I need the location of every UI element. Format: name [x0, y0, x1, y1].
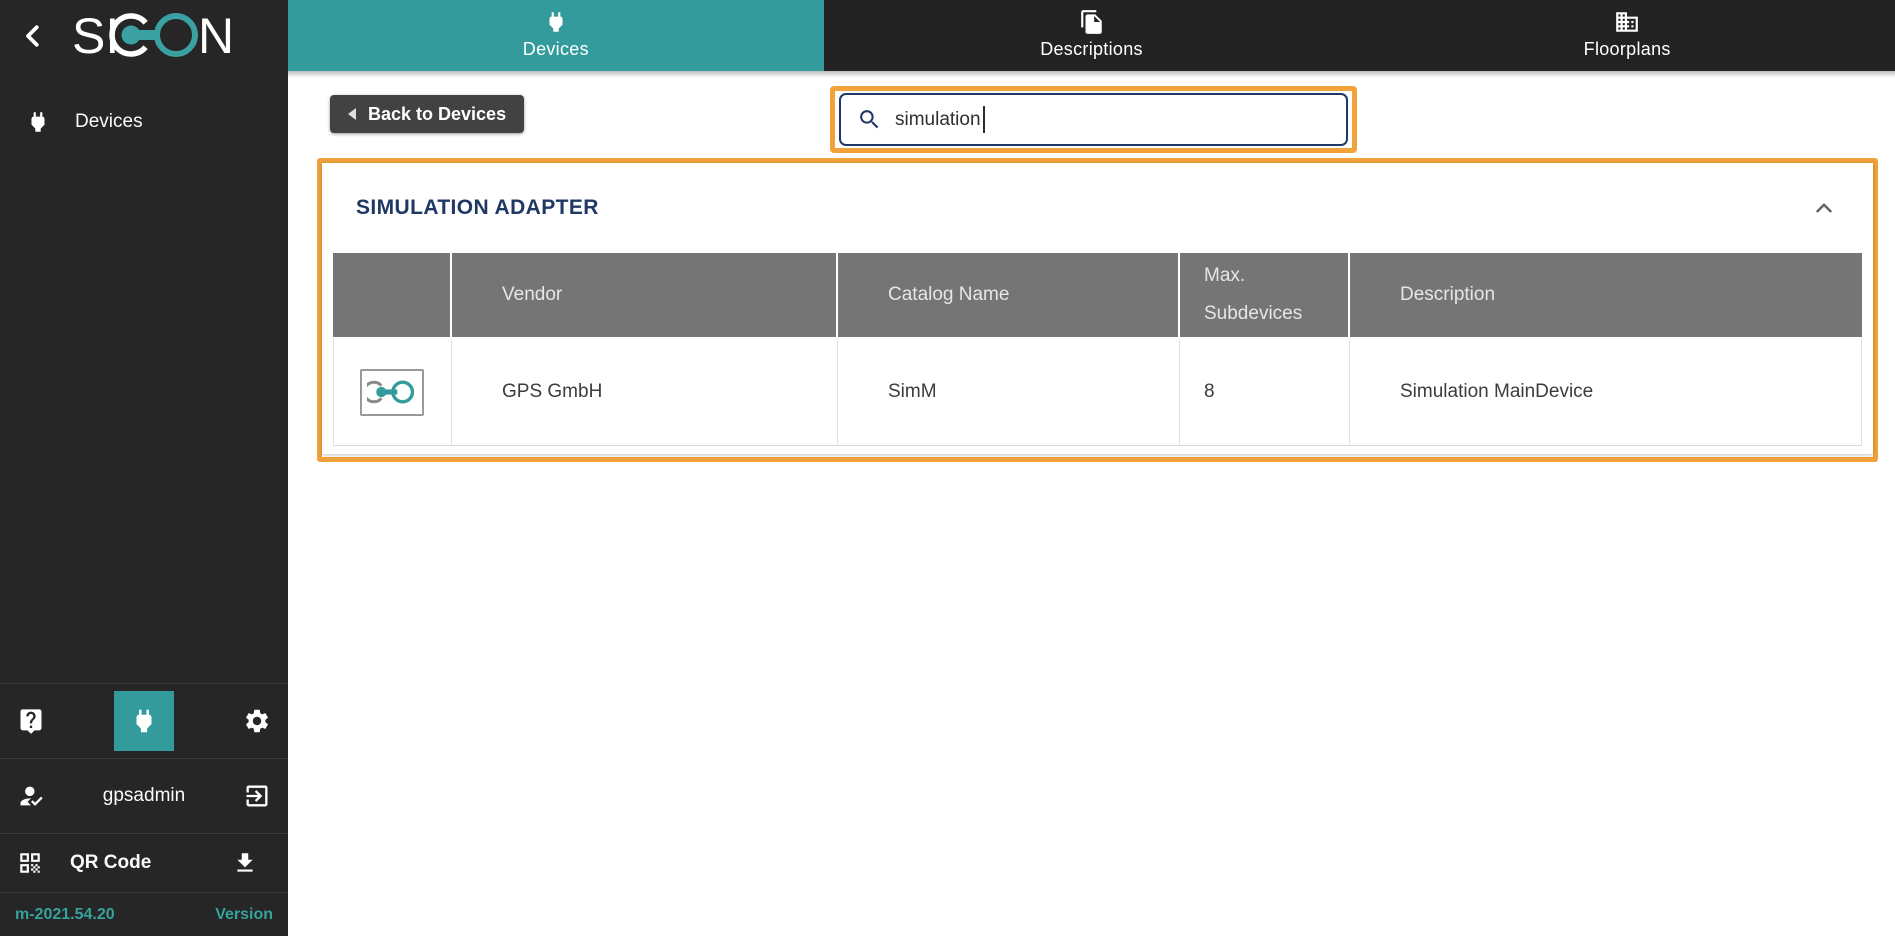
column-header-icon: [333, 253, 452, 339]
table-cell-max-subdevices[interactable]: 8: [1180, 339, 1350, 446]
column-header-description: Description: [1350, 253, 1862, 339]
table-cell-description[interactable]: Simulation MainDevice: [1350, 339, 1862, 446]
tab-devices[interactable]: Devices: [288, 0, 824, 71]
help-icon[interactable]: [17, 707, 45, 735]
search-value: simulation: [895, 109, 981, 131]
search-icon: [857, 107, 882, 132]
qr-code-icon: [17, 850, 43, 876]
sidebar-item-label: Devices: [75, 111, 143, 133]
plug-icon: [129, 706, 159, 736]
simulation-adapter-panel: SIMULATION ADAPTER Vendor Catalog Name M…: [322, 163, 1873, 454]
back-to-devices-button[interactable]: Back to Devices: [330, 95, 524, 133]
tab-label: Floorplans: [1584, 39, 1671, 60]
table-cell-catalog-name[interactable]: SimM: [838, 339, 1180, 446]
user-row: gpsadmin: [0, 758, 288, 833]
top-tab-bar: Devices Descriptions Floorplans: [288, 0, 1895, 71]
tab-label: Descriptions: [1040, 39, 1143, 60]
username-label: gpsadmin: [45, 785, 243, 807]
column-header-vendor: Vendor: [452, 253, 838, 339]
back-button-label: Back to Devices: [368, 104, 506, 125]
sidebar-toolbar: [0, 683, 288, 758]
collapse-panel-button[interactable]: [1811, 195, 1837, 221]
column-header-catalog-name: Catalog Name: [838, 253, 1180, 339]
sicon-device-logo-icon: [360, 369, 424, 416]
plug-icon: [25, 109, 51, 135]
svg-text:N: N: [198, 10, 234, 62]
building-icon: [1614, 9, 1640, 35]
qr-code-row: QR Code: [0, 833, 288, 892]
user-check-icon: [17, 782, 45, 810]
sidebar: SI N Devices gpsadmin: [0, 0, 288, 936]
download-icon[interactable]: [232, 850, 258, 876]
collapse-sidebar-chevron-icon[interactable]: [18, 21, 48, 51]
panel-highlight-annotation: SIMULATION ADAPTER Vendor Catalog Name M…: [317, 158, 1878, 462]
plug-icon: [543, 9, 569, 35]
copy-document-icon: [1079, 9, 1105, 35]
sidebar-header: SI N: [0, 0, 288, 71]
column-header-max-subdevices: Max. Subdevices: [1180, 253, 1350, 339]
sicon-logo: SI N: [72, 10, 244, 62]
sidebar-item-devices[interactable]: Devices: [0, 99, 288, 145]
table-cell-device-icon[interactable]: [333, 339, 452, 446]
qr-code-label: QR Code: [70, 852, 232, 874]
adapter-table: Vendor Catalog Name Max. Subdevices Desc…: [333, 253, 1862, 446]
text-cursor: [983, 106, 985, 133]
version-label: Version: [215, 906, 273, 924]
main-content: Back to Devices simulation SIMULATION AD…: [288, 71, 1895, 936]
back-triangle-icon: [348, 108, 356, 120]
panel-title: SIMULATION ADAPTER: [356, 196, 1811, 220]
version-row: m-2021.54.20 Version: [0, 892, 288, 936]
panel-header: SIMULATION ADAPTER: [322, 163, 1873, 253]
logout-icon[interactable]: [243, 782, 271, 810]
tab-label: Devices: [523, 39, 589, 60]
devices-tool-button-active[interactable]: [114, 691, 174, 751]
chevron-up-icon: [1811, 195, 1837, 221]
gear-icon[interactable]: [243, 707, 271, 735]
tab-floorplans[interactable]: Floorplans: [1359, 0, 1895, 71]
app-window: SI N Devices gpsadmin: [0, 0, 1895, 936]
version-value: m-2021.54.20: [15, 906, 115, 924]
sidebar-spacer: [0, 145, 288, 683]
tab-descriptions[interactable]: Descriptions: [824, 0, 1360, 71]
table-cell-vendor[interactable]: GPS GmbH: [452, 339, 838, 446]
search-input[interactable]: simulation: [839, 93, 1348, 146]
search-highlight-annotation: simulation: [830, 86, 1357, 153]
